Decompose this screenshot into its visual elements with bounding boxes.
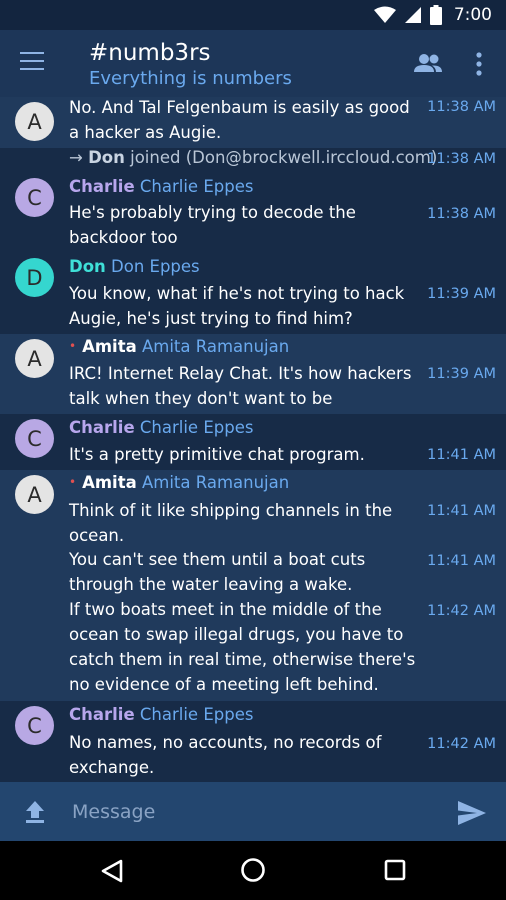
- message-time: 11:42 AM: [427, 736, 496, 752]
- people-icon[interactable]: [412, 50, 444, 78]
- nick[interactable]: Charlie: [69, 418, 135, 437]
- cellular-signal-icon: [404, 7, 421, 23]
- message-header: Don Don Eppes: [69, 257, 200, 276]
- message-time: 11:42 AM: [427, 603, 496, 619]
- message-header: Charlie Charlie Eppes: [69, 418, 253, 437]
- message-text: It's a pretty primitive chat program.: [69, 445, 365, 464]
- message-header: • Amita Amita Ramanujan: [69, 337, 289, 356]
- channel-title: #numb3rs: [89, 40, 211, 66]
- message-text: Think of it like shipping channels in th…: [69, 501, 393, 545]
- message-time: 11:38 AM: [427, 99, 496, 115]
- app-toolbar: #numb3rs Everything is numbers: [0, 30, 506, 97]
- status-bar: 7:00: [0, 0, 506, 30]
- message-text: No. And Tal Felgenbaum is easily as good…: [69, 98, 410, 142]
- join-nick[interactable]: Don: [88, 148, 125, 167]
- real-name: Charlie Eppes: [139, 418, 254, 437]
- system-navigation-bar: [0, 841, 506, 900]
- message-text: You can't see them until a boat cuts thr…: [69, 550, 366, 594]
- wifi-icon: [373, 6, 396, 23]
- nick[interactable]: Amita: [82, 473, 137, 492]
- status-icons: 7:00: [373, 5, 492, 25]
- avatar[interactable]: A: [15, 102, 54, 141]
- nick[interactable]: Charlie: [69, 705, 135, 724]
- avatar[interactable]: C: [15, 419, 54, 458]
- real-name: Charlie Eppes: [139, 177, 254, 196]
- join-text: → Don joined (Don@brockwell.irccloud.com…: [69, 148, 437, 167]
- message-time: 11:41 AM: [427, 447, 496, 463]
- message-time: 11:38 AM: [427, 206, 496, 222]
- message-text: No names, no accounts, no records of exc…: [69, 733, 382, 777]
- hamburger-menu-icon[interactable]: [20, 52, 50, 76]
- message-block: A No. And Tal Felgenbaum is easily as go…: [0, 97, 506, 148]
- message-time: 11:41 AM: [427, 503, 496, 519]
- message-block: A • Amita Amita Ramanujan IRC! Internet R…: [0, 334, 506, 433]
- battery-icon: [429, 5, 442, 25]
- op-indicator: •: [69, 339, 77, 353]
- message-list[interactable]: A No. And Tal Felgenbaum is easily as go…: [0, 97, 506, 782]
- message-header: Charlie Charlie Eppes: [69, 177, 253, 196]
- message-text: He's probably trying to decode the backd…: [69, 203, 356, 247]
- avatar[interactable]: C: [15, 178, 54, 217]
- message-block: C Charlie Charlie Eppes It's a pretty pr…: [0, 414, 506, 470]
- status-time: 7:00: [453, 5, 492, 25]
- message-time: 11:41 AM: [427, 553, 496, 569]
- message-input[interactable]: [64, 794, 434, 830]
- send-icon[interactable]: [456, 799, 488, 827]
- message-block: D Don Don Eppes You know, what if he's n…: [0, 253, 506, 334]
- join-event: → Don joined (Don@brockwell.irccloud.com…: [0, 148, 506, 171]
- join-arrow: →: [69, 148, 83, 167]
- nick[interactable]: Charlie: [69, 177, 135, 196]
- message-text: You know, what if he's not trying to hac…: [69, 284, 405, 328]
- message-composer: [0, 782, 506, 841]
- message-time: 11:38 AM: [427, 151, 496, 167]
- avatar[interactable]: A: [15, 339, 54, 378]
- message-text: If two boats meet in the middle of the o…: [69, 600, 416, 694]
- op-indicator: •: [69, 475, 77, 489]
- nick[interactable]: Don: [69, 257, 106, 276]
- nick[interactable]: Amita: [82, 337, 137, 356]
- real-name: Amita Ramanujan: [141, 473, 290, 492]
- avatar[interactable]: A: [15, 475, 54, 514]
- message-header: Charlie Charlie Eppes: [69, 705, 253, 724]
- real-name: Amita Ramanujan: [141, 337, 290, 356]
- avatar[interactable]: C: [15, 706, 54, 745]
- more-vert-icon[interactable]: [470, 50, 488, 78]
- avatar[interactable]: D: [15, 258, 54, 297]
- message-header: • Amita Amita Ramanujan: [69, 473, 289, 492]
- message-time: 11:39 AM: [427, 286, 496, 302]
- back-triangle-icon[interactable]: [98, 857, 126, 885]
- message-block: C Charlie Charlie Eppes No names, no acc…: [0, 701, 506, 782]
- upload-icon[interactable]: [22, 799, 48, 825]
- message-time: 11:39 AM: [427, 366, 496, 382]
- recents-square-icon[interactable]: [382, 857, 408, 883]
- message-block: C Charlie Charlie Eppes He's probably tr…: [0, 171, 506, 253]
- channel-topic: Everything is numbers: [89, 68, 292, 89]
- home-circle-icon[interactable]: [239, 856, 267, 884]
- real-name: Don Eppes: [111, 257, 200, 276]
- join-message: joined (Don@brockwell.irccloud.com): [130, 148, 438, 167]
- message-block: A • Amita Amita Ramanujan Think of it lik…: [0, 470, 506, 701]
- real-name: Charlie Eppes: [139, 705, 254, 724]
